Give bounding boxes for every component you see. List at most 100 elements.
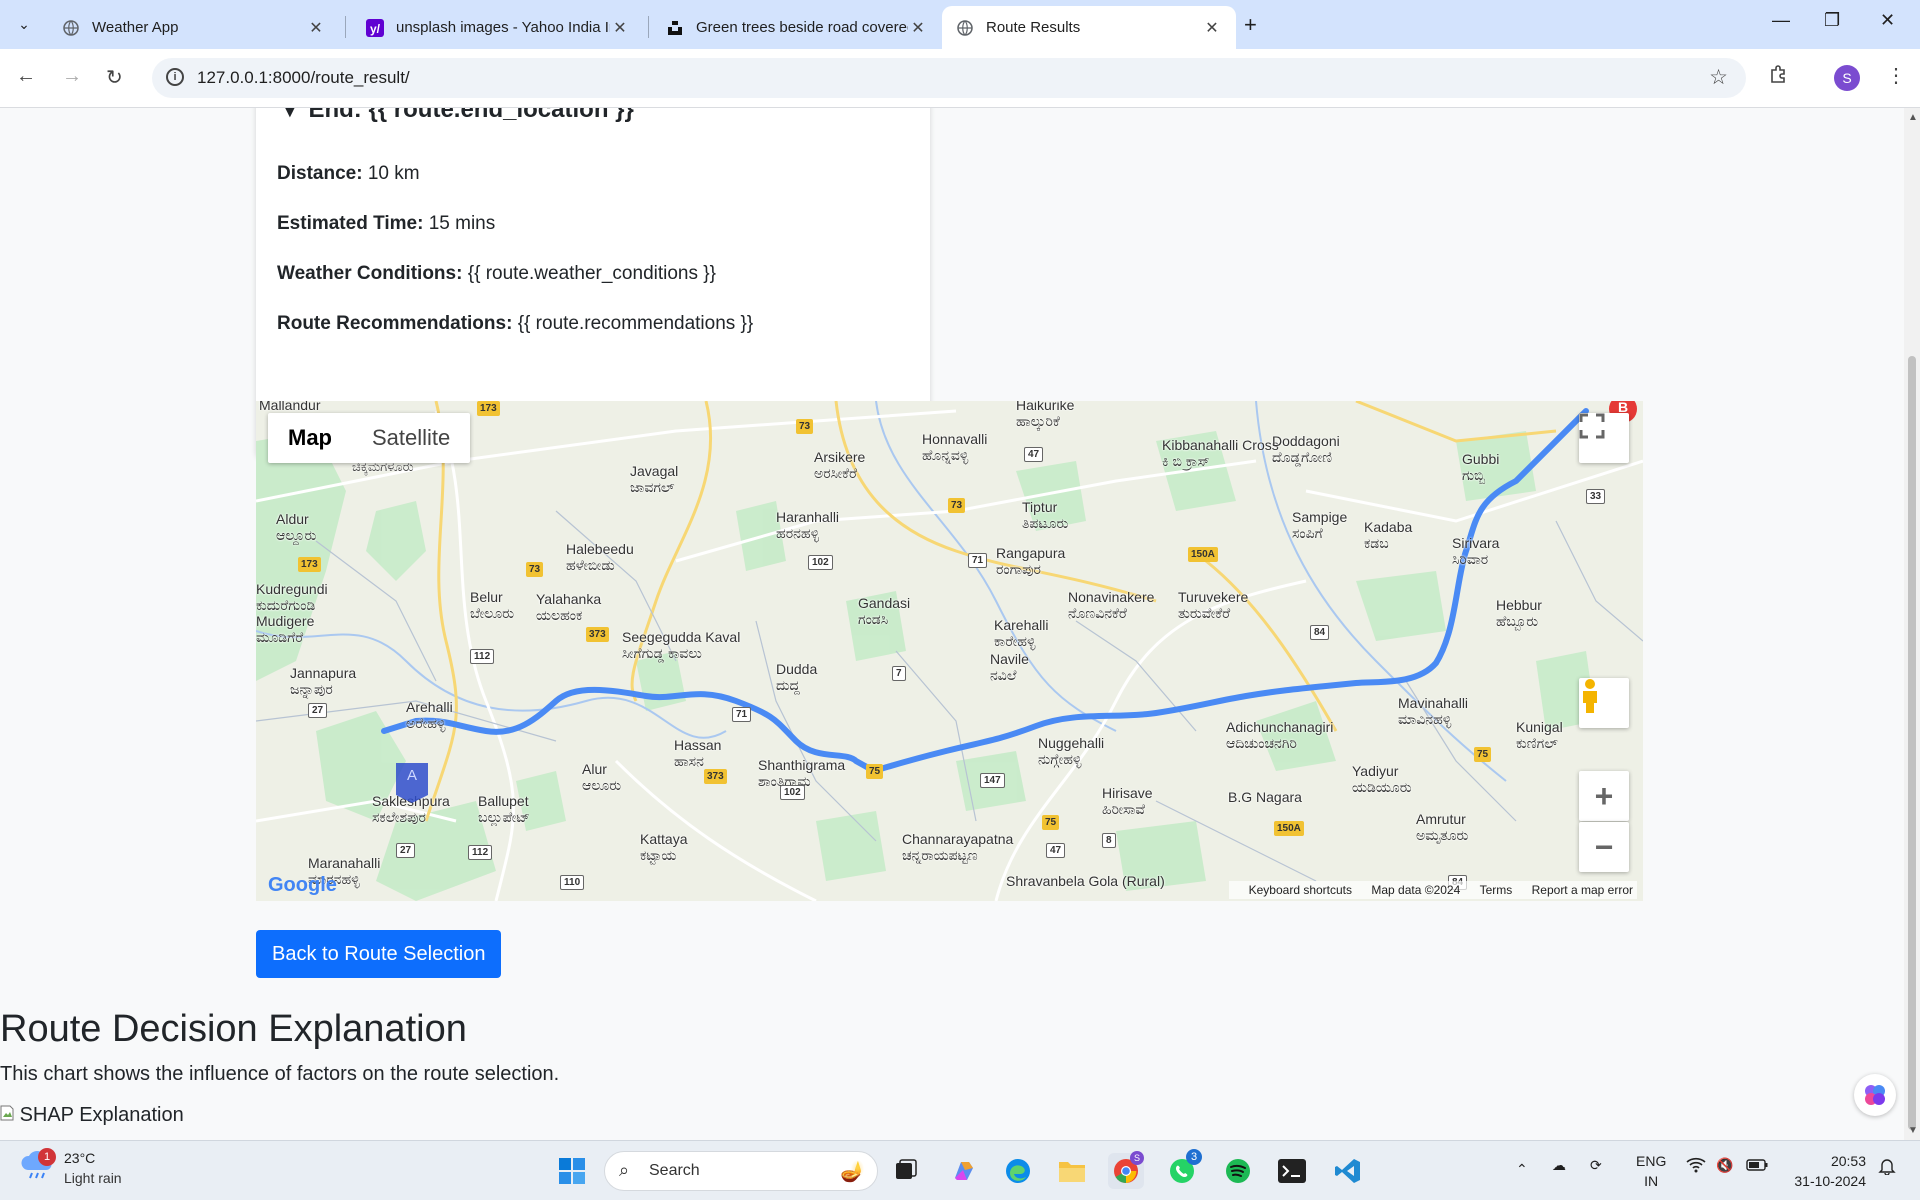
start-marker[interactable]: A [396,763,428,803]
place-label: Yadiyur ಯಡಿಯೂರು [1352,763,1412,795]
weather-alert-badge: 1 [38,1148,56,1166]
street-view-button[interactable] [1579,678,1629,728]
tab-search-button[interactable]: ⌄ [8,10,40,38]
whatsapp-button[interactable]: 3 [1164,1149,1202,1189]
broken-image-icon [0,1104,20,1126]
yahoo-icon: y/ [366,18,384,37]
minimize-icon: — [1772,10,1790,30]
file-explorer-button[interactable] [1054,1153,1090,1189]
weather-temp: 23°C [64,1150,96,1166]
scrollbar-thumb[interactable] [1908,356,1916,1130]
scroll-up-icon[interactable]: ▲ [1908,112,1918,123]
map-type-map-button[interactable]: Map [268,413,352,463]
distance-value: 10 km [367,163,420,184]
place-label: Alur ಆಲೂರು [582,761,622,793]
zoom-in-button[interactable]: + [1579,771,1629,821]
task-view-button[interactable] [888,1153,924,1189]
place-label: Tiptur ತಿಪಟೂರು [1022,499,1069,531]
minimize-button[interactable]: — [1772,10,1790,31]
sync-icon[interactable]: ⟳ [1590,1157,1602,1174]
onedrive-icon[interactable]: ☁ [1552,1157,1566,1174]
notification-bell-icon[interactable] [1878,1157,1896,1178]
close-tab-icon[interactable]: ✕ [1202,18,1222,38]
shap-image-broken: SHAP Explanation [0,1104,184,1127]
forward-nav-button[interactable]: → [62,65,82,88]
tab-route-results[interactable]: Route Results ✕ [942,6,1236,49]
map-footer: Keyboard shortcuts Map data ©2024 Terms … [1228,881,1637,899]
place-label: Yalahanka ಯಲಹಂಕ [536,591,602,623]
volume-muted-icon[interactable]: 🔇 [1716,1157,1733,1174]
highway-shield: 8 [1102,833,1116,848]
report-error-link[interactable]: Report a map error [1532,883,1633,897]
place-label: Mavinahalli ಮಾವಿನಹಳ್ಳಿ [1398,695,1469,727]
extensions-puzzle-icon[interactable] [1769,64,1789,90]
terminal-button[interactable] [1274,1153,1310,1189]
restore-button[interactable]: ❐ [1824,10,1840,31]
assistant-icon [1865,1085,1885,1105]
url-text: 127.0.0.1:8000/route_result/ [197,68,410,87]
assistant-floating-button[interactable] [1854,1074,1896,1116]
highway-shield: 47 [1046,843,1066,858]
copilot-icon [955,1162,973,1180]
place-label: Arsikere ಅರಸೀಕೆರೆ [814,449,866,481]
edge-button[interactable] [1000,1153,1036,1189]
terms-link[interactable]: Terms [1480,883,1513,897]
highway-shield: 75 [1042,815,1060,830]
plus-icon: + [1244,12,1257,37]
reload-button[interactable]: ↻ [106,65,123,90]
tab-yahoo-images[interactable]: y/ unsplash images - Yahoo India Image S… [352,6,644,49]
taskbar-search[interactable]: ⌕ Search 🪔 [604,1151,878,1191]
close-icon: ✕ [1880,10,1896,30]
close-window-button[interactable]: ✕ [1880,10,1895,31]
page-scrollbar[interactable]: ▲ ▼ [1904,108,1920,1140]
weather-widget[interactable]: 1 23°C Light rain [20,1148,122,1186]
bookmark-star-icon[interactable]: ☆ [1709,65,1728,90]
clock-time: 20:53 [1830,1153,1866,1169]
back-to-route-selection-button[interactable]: Back to Route Selection [256,930,502,978]
route-map[interactable]: Mallandur ಚಿಕ್ಕಮಗಳೂರು Aldur ಆಲ್ದೂರು Kudre… [256,401,1643,901]
clock-date: 31-10-2024 [1794,1173,1866,1189]
scroll-down-icon[interactable]: ▼ [1908,1125,1918,1136]
recommendation-value: {{ route.recommendations }} [517,313,754,334]
place-label: Javagal ಜಾವಗಲ್ [630,463,679,495]
windows-taskbar: 1 23°C Light rain ⌕ Search 🪔 S 3 ⌃ ☁ ⟳ E… [0,1140,1920,1200]
browser-menu-icon[interactable]: ⋮ [1886,63,1906,88]
place-label: Doddagoni ದೊಡ್ಡಗೋಣಿ [1272,433,1340,465]
fullscreen-button[interactable] [1579,413,1629,463]
close-tab-icon[interactable]: ✕ [908,18,928,38]
language-indicator[interactable]: ENG IN [1636,1151,1666,1191]
place-label: Gandasi ಗಂಡಸಿ [858,595,911,627]
vscode-button[interactable] [1330,1153,1366,1189]
place-label: Nonavinakere ನೊಣವಿನಕೆರೆ [1068,589,1155,621]
highway-shield: 33 [1586,489,1606,504]
place-label: Dudda ದುದ್ದ [776,661,818,693]
start-button[interactable] [554,1153,590,1189]
wifi-icon[interactable] [1686,1157,1706,1176]
site-info-icon[interactable]: i [166,68,184,86]
close-tab-icon[interactable]: ✕ [610,18,630,38]
copilot-button[interactable] [946,1153,982,1189]
map-type-satellite-button[interactable]: Satellite [352,413,470,463]
highway-shield: 102 [780,785,805,800]
place-label: Turuvekere ತುರುವೇಕೆರೆ [1178,589,1249,621]
keyboard-shortcuts-link[interactable]: Keyboard shortcuts [1249,883,1352,897]
taskbar-search-label: Search [649,1162,700,1179]
globe-icon [62,19,80,37]
address-bar[interactable]: i 127.0.0.1:8000/route_result/ ☆ [152,58,1746,98]
zoom-out-button[interactable]: − [1579,822,1629,872]
system-clock[interactable]: 20:53 31-10-2024 [1786,1151,1866,1191]
close-tab-icon[interactable]: ✕ [306,18,326,38]
spotify-button[interactable] [1220,1153,1256,1189]
battery-icon[interactable] [1746,1158,1768,1174]
place-label: Channarayapatna ಚನ್ನರಾಯಪಟ್ಟಣ [902,831,1014,863]
new-tab-button[interactable]: + [1244,12,1257,38]
back-nav-button[interactable]: ← [16,65,36,88]
tab-divider [345,16,346,38]
tab-unsplash-photo[interactable]: Green trees beside road covered ✕ [652,6,942,49]
chrome-button[interactable]: S [1108,1151,1144,1189]
place-label: Sirivara ಸಿರಿವಾರ [1452,535,1500,567]
highway-shield: 150A [1188,547,1218,562]
show-hidden-icons-button[interactable]: ⌃ [1516,1161,1528,1178]
profile-avatar[interactable]: S [1834,65,1860,91]
tab-weather-app[interactable]: Weather App ✕ [48,6,340,49]
